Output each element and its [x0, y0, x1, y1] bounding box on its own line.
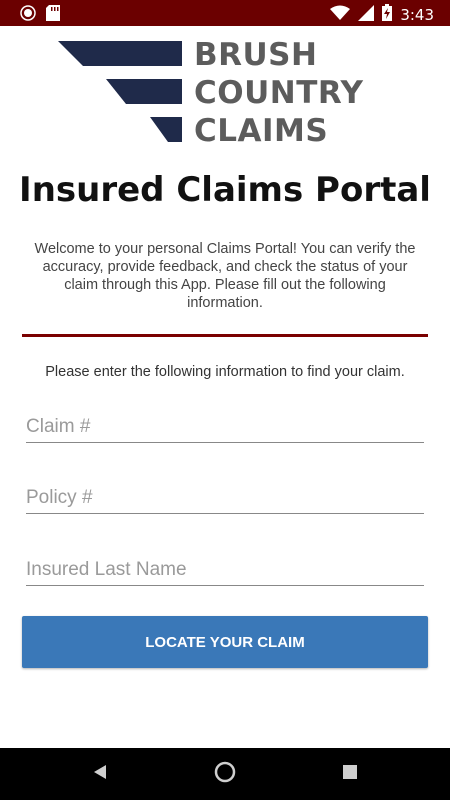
wifi-icon — [330, 5, 351, 25]
locate-claim-button[interactable]: LOCATE YOUR CLAIM — [22, 616, 428, 668]
page-title: Insured Claims Portal — [19, 170, 431, 210]
sd-card-icon — [46, 5, 60, 26]
home-icon — [214, 761, 236, 788]
logo-wordmark: BRUSH COUNTRY CLAIMS — [194, 36, 364, 150]
welcome-text: Welcome to your personal Claims Portal! … — [34, 241, 416, 311]
signal-icon — [358, 4, 375, 25]
claim-number-input[interactable] — [26, 412, 424, 443]
logo-line-3: CLAIMS — [194, 113, 329, 149]
logo-stripes — [58, 41, 182, 142]
home-button[interactable] — [195, 748, 255, 800]
battery-charging-icon — [382, 4, 393, 25]
insured-last-name-input[interactable] — [26, 555, 424, 586]
navigation-bar — [0, 748, 450, 800]
logo-line-1: BRUSH — [194, 37, 318, 73]
section-divider — [22, 334, 428, 337]
record-icon — [20, 5, 36, 26]
policy-number-input[interactable] — [26, 483, 424, 514]
instruction-text: Please enter the following information t… — [45, 364, 405, 380]
clock: 3:43 — [400, 5, 434, 24]
logo-line-2: COUNTRY — [194, 75, 364, 111]
recents-icon — [343, 764, 357, 784]
recents-button[interactable] — [320, 748, 380, 800]
status-bar: 3:43 — [0, 0, 450, 26]
company-logo: BRUSH COUNTRY CLAIMS — [58, 36, 398, 149]
back-icon — [92, 764, 108, 785]
back-button[interactable] — [70, 748, 130, 800]
